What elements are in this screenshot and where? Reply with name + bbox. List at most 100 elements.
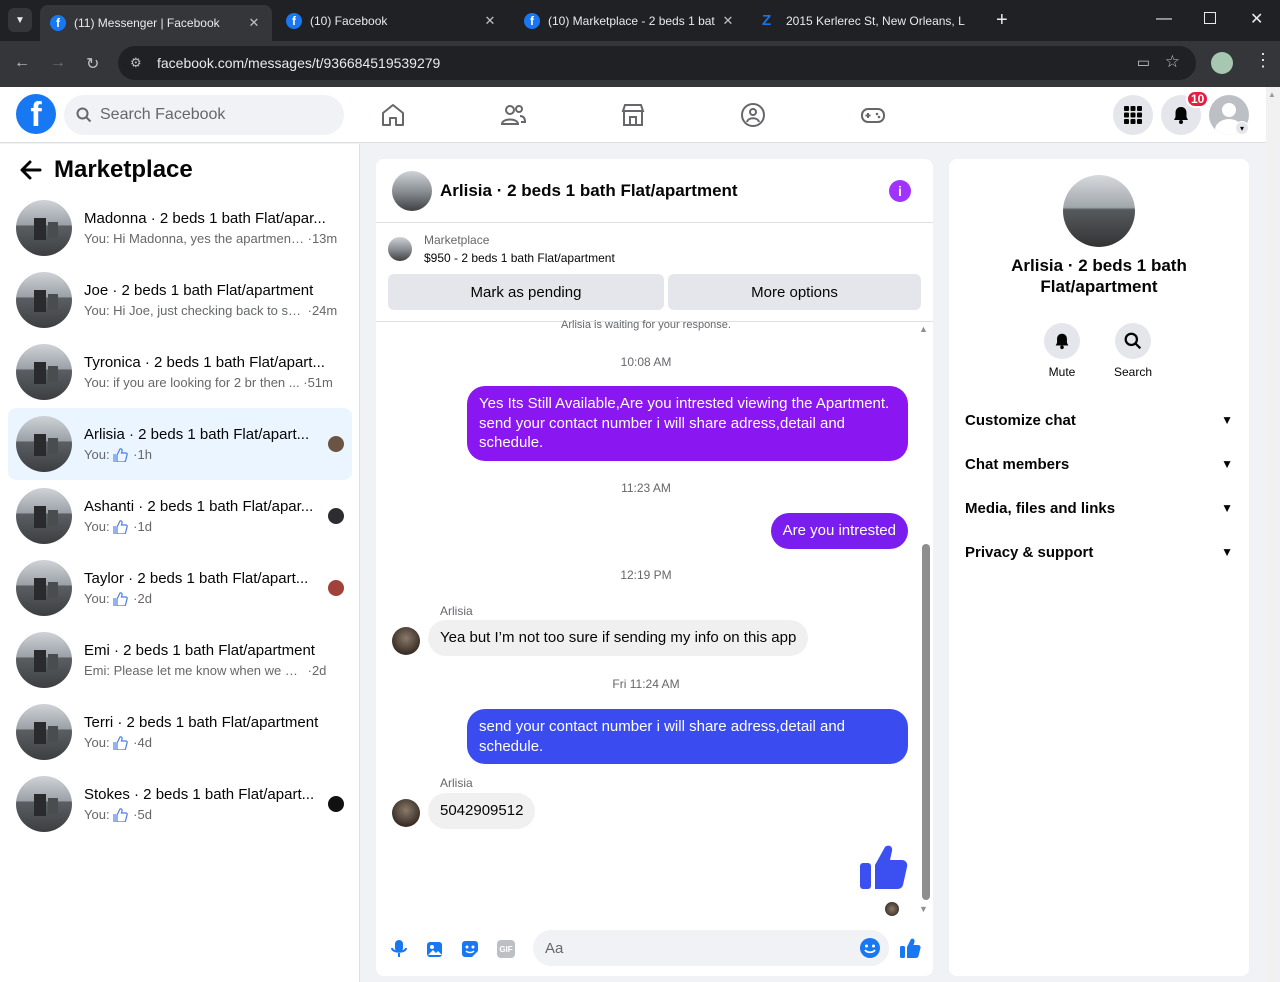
separator-dot: · <box>129 591 138 606</box>
menu-grid-button[interactable] <box>1113 95 1153 135</box>
sender-avatar[interactable] <box>392 799 420 827</box>
friends-icon[interactable] <box>499 101 527 129</box>
home-icon[interactable] <box>379 101 407 129</box>
conversation-item[interactable]: Stokes · 2 beds 1 bath Flat/apart... You:… <box>8 768 352 840</box>
search-input[interactable]: Search Facebook <box>64 95 344 135</box>
outgoing-message[interactable]: Are you intrested <box>770 513 908 549</box>
browser-tab-marketplace[interactable]: f (10) Marketplace - 2 beds 1 bat ✕ <box>514 0 746 41</box>
sender-name: Arlisia <box>440 604 473 618</box>
conversation-text: Joe · 2 beds 1 bath Flat/apartment You: H… <box>84 282 352 318</box>
preview-text: You: <box>84 735 110 750</box>
more-options-button[interactable]: More options <box>668 274 921 310</box>
sticker-icon[interactable] <box>460 939 480 959</box>
conversation-item[interactable]: Emi · 2 beds 1 bath Flat/apartment Emi: P… <box>8 624 352 696</box>
mute-button[interactable] <box>1044 323 1080 359</box>
chat-members-section[interactable]: Chat members ▼ <box>965 446 1233 482</box>
message-thread[interactable]: Arlisia is waiting for your response. 10… <box>376 319 933 916</box>
profile-avatar-icon[interactable] <box>1211 52 1233 74</box>
search-in-chat-button[interactable] <box>1115 323 1151 359</box>
back-icon[interactable]: ← <box>14 54 30 72</box>
gaming-icon[interactable] <box>859 101 887 129</box>
mark-as-pending-button[interactable]: Mark as pending <box>388 274 664 310</box>
separator-dot: · <box>304 231 312 246</box>
bookmark-star-icon[interactable]: ☆ <box>1165 52 1180 72</box>
chat-title[interactable]: Arlisia · 2 beds 1 bath Flat/apartment <box>440 181 738 201</box>
minimize-icon[interactable]: — <box>1156 10 1172 28</box>
message-scrollbar[interactable] <box>922 544 930 900</box>
address-bar[interactable]: ⚙ facebook.com/messages/t/93668451953927… <box>118 46 1196 80</box>
install-app-icon[interactable]: ▭ <box>1137 54 1150 71</box>
close-tab-icon[interactable]: ✕ <box>480 13 500 29</box>
conversation-title: Arlisia · 2 beds 1 bath Flat/apart... <box>84 426 310 443</box>
thumbs-up-sticker-icon[interactable] <box>857 841 909 893</box>
scroll-up-arrow-icon[interactable]: ▲ <box>919 324 928 334</box>
groups-icon[interactable] <box>739 101 767 129</box>
close-tab-icon[interactable]: ✕ <box>244 15 264 31</box>
grid-icon <box>1124 106 1142 124</box>
browser-tab-facebook[interactable]: f (10) Facebook ✕ <box>276 0 508 41</box>
conversation-item[interactable]: Joe · 2 beds 1 bath Flat/apartment You: H… <box>8 264 352 336</box>
send-like-icon[interactable] <box>899 937 921 959</box>
separator-dot: · <box>129 735 138 750</box>
close-window-icon[interactable]: ✕ <box>1250 9 1263 29</box>
browser-tab-messenger[interactable]: f (11) Messenger | Facebook ✕ <box>40 5 272 41</box>
conversation-item[interactable]: Ashanti · 2 beds 1 bath Flat/apar... You:… <box>8 480 352 552</box>
conversation-text: Ashanti · 2 beds 1 bath Flat/apar... You:… <box>84 498 352 534</box>
photo-icon[interactable] <box>425 939 445 959</box>
listing-title: $950 - 2 beds 1 bath Flat/apartment <box>424 251 615 265</box>
mute-action[interactable]: Mute <box>1032 323 1092 379</box>
page-scrollbar[interactable] <box>1266 87 1280 982</box>
conversation-item[interactable]: Taylor · 2 beds 1 bath Flat/apart... You:… <box>8 552 352 624</box>
browser-toolbar: ← → ↻ ⚙ facebook.com/messages/t/93668451… <box>0 41 1280 87</box>
forward-icon[interactable]: → <box>50 54 66 72</box>
conversation-details-pane: Arlisia · 2 beds 1 bath Flat/apartment M… <box>949 159 1249 976</box>
emoji-icon[interactable] <box>859 937 881 959</box>
separator-dot: · <box>304 303 312 318</box>
gif-icon[interactable]: GIF <box>497 940 515 958</box>
incoming-message[interactable]: Yea but I’m not too sure if sending my i… <box>428 620 809 656</box>
sender-avatar[interactable] <box>392 627 420 655</box>
message-input[interactable]: Aa <box>533 930 889 966</box>
close-tab-icon[interactable]: ✕ <box>718 13 738 29</box>
account-chevron-icon[interactable]: ▾ <box>1235 121 1249 135</box>
marketplace-listing-card[interactable]: Marketplace $950 - 2 beds 1 bath Flat/ap… <box>388 233 615 265</box>
preview-text: You: if you are looking for 2 br then ..… <box>84 375 300 390</box>
preview-time: 51m <box>307 375 333 390</box>
new-tab-icon[interactable]: + <box>996 9 1008 32</box>
scroll-down-arrow-icon[interactable]: ▼ <box>919 904 928 914</box>
conversation-item[interactable]: Arlisia · 2 beds 1 bath Flat/apart... You… <box>8 408 352 480</box>
info-icon[interactable]: i <box>889 180 911 202</box>
conversation-title: Ashanti · 2 beds 1 bath Flat/apar... <box>84 498 314 515</box>
like-icon <box>112 591 128 606</box>
privacy-support-section[interactable]: Privacy & support ▼ <box>965 534 1233 570</box>
outgoing-message[interactable]: send your contact number i will share ad… <box>467 709 908 764</box>
tab-search-button[interactable]: ▼ <box>8 8 32 32</box>
section-label: Media, files and links <box>965 499 1116 517</box>
back-arrow-icon[interactable] <box>20 160 42 180</box>
seen-avatar <box>328 436 344 452</box>
browser-tab-zillow[interactable]: Z 2015 Kerlerec St, New Orleans, L <box>752 0 984 41</box>
conversation-item[interactable]: Tyronica · 2 beds 1 bath Flat/apart... Yo… <box>8 336 352 408</box>
site-settings-icon[interactable]: ⚙ <box>130 55 142 71</box>
microphone-icon[interactable] <box>389 939 409 959</box>
facebook-logo-icon[interactable]: f <box>16 94 56 134</box>
customize-chat-section[interactable]: Customize chat ▼ <box>965 402 1233 438</box>
search-action[interactable]: Search <box>1103 323 1163 379</box>
conversation-text: Madonna · 2 beds 1 bath Flat/apar... You:… <box>84 210 352 246</box>
marketplace-icon[interactable] <box>619 101 647 129</box>
preview-time: 4d <box>137 735 152 750</box>
outgoing-message[interactable]: Yes Its Still Available,Are you intreste… <box>467 386 908 461</box>
media-files-links-section[interactable]: Media, files and links ▼ <box>965 490 1233 526</box>
details-avatar[interactable] <box>1063 175 1135 247</box>
maximize-icon[interactable] <box>1204 12 1216 24</box>
chat-avatar[interactable] <box>392 170 432 211</box>
conversation-item[interactable]: Terri · 2 beds 1 bath Flat/apartment You:… <box>8 696 352 768</box>
chat-header[interactable]: Arlisia · 2 beds 1 bath Flat/apartment i <box>376 159 933 223</box>
conversation-preview: You: · 2d <box>84 591 352 606</box>
browser-menu-icon[interactable]: ⋮ <box>1254 51 1272 69</box>
conversation-item[interactable]: Madonna · 2 beds 1 bath Flat/apar... You:… <box>8 192 352 264</box>
incoming-message[interactable]: 5042909512 <box>428 793 536 829</box>
page-scroll-up-icon[interactable]: ▲ <box>1268 90 1276 99</box>
listing-thumbnail <box>16 704 72 760</box>
reload-icon[interactable]: ↻ <box>86 54 99 74</box>
